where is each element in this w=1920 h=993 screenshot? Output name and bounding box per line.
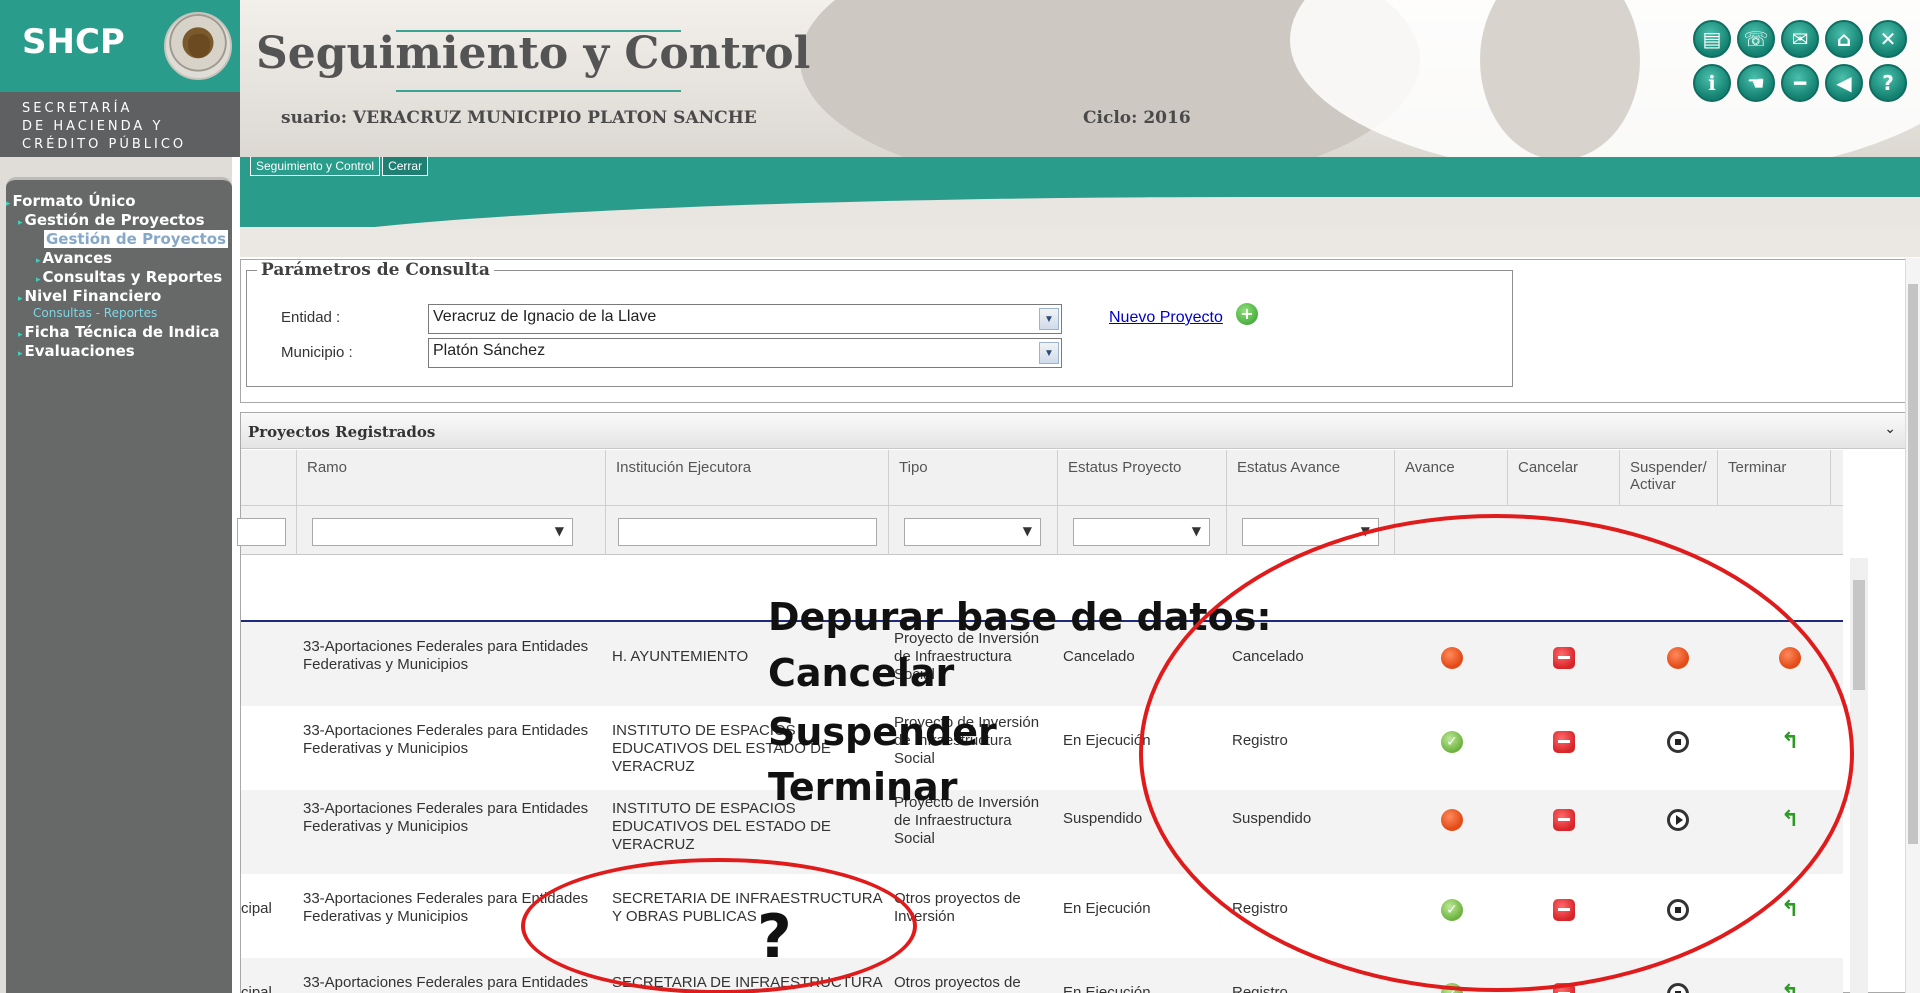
sidebar-item-consultas-reportes-sub[interactable]: Consultas - Reportes — [33, 306, 157, 320]
tipo-cell: Otros proyectos de Inversión — [894, 974, 1021, 993]
nuevo-proyecto-link[interactable]: Nuevo Proyecto — [1109, 309, 1223, 327]
filter-cell: ▼ — [1058, 505, 1227, 555]
params-legend: Parámetros de Consulta — [257, 260, 494, 280]
grid-title: Proyectos Registrados — [248, 423, 436, 441]
mexico-seal-icon — [164, 12, 232, 80]
user-label: suario: VERACRUZ MUNICIPIO PLATON SANCHE — [281, 108, 757, 128]
column-header-suspender[interactable]: Suspender/ Activar — [1620, 450, 1718, 505]
lead-cell: cipal — [241, 984, 272, 993]
column-header-estatus-avance[interactable]: Estatus Avance — [1227, 450, 1395, 505]
pointer-icon[interactable]: ☚ — [1737, 64, 1775, 102]
filter-cell — [606, 505, 889, 555]
estatus-proyecto-cell: En Ejecución — [1063, 732, 1151, 749]
back-icon[interactable]: ◀ — [1825, 64, 1863, 102]
sidebar-item-gestion-proyectos[interactable]: ▸ Gestión de Proyectos — [18, 211, 205, 229]
home-icon[interactable]: ⌂ — [1825, 20, 1863, 58]
ramo-cell: 33-Aportaciones Federales para Entidades… — [303, 800, 589, 835]
grid-scrollbar[interactable] — [1850, 558, 1868, 993]
annotation-line: Cancelar — [768, 651, 955, 695]
entidad-select[interactable]: Veracruz de Ignacio de la Llave ▼ — [428, 304, 1062, 334]
help-icon[interactable]: ? — [1869, 64, 1907, 102]
column-header-avance[interactable]: Avance — [1395, 450, 1508, 505]
annotation-ellipse-question — [521, 858, 917, 993]
chevron-down-icon[interactable]: ▼ — [1039, 342, 1059, 364]
municipio-select[interactable]: Platón Sánchez ▼ — [428, 338, 1062, 368]
page-title: Seguimiento y Control — [256, 28, 811, 79]
filter-cell — [237, 505, 297, 555]
sidebar-item-evaluaciones[interactable]: ▸ Evaluaciones — [18, 342, 135, 360]
entidad-value: Veracruz de Ignacio de la Llave — [433, 308, 657, 325]
chevron-down-icon[interactable]: ▼ — [1023, 524, 1032, 538]
filter-cell: ▼ — [889, 505, 1058, 555]
chevron-down-icon[interactable]: ▼ — [555, 524, 564, 538]
annotation-ellipse-actions — [1139, 514, 1854, 992]
phone-icon[interactable]: ☏ — [1737, 20, 1775, 58]
sidebar-item-avances[interactable]: ▸ Avances — [36, 249, 112, 267]
sidebar-item-formato-unico[interactable]: ▸ Formato Único — [6, 192, 136, 210]
sidebar-menu: ▸ Formato Único ▸ Gestión de Proyectos Ges… — [6, 177, 232, 993]
green-arrow-icon[interactable]: ↰ — [1781, 899, 1803, 921]
ramo-cell: 33-Aportaciones Federales para Entidades… — [303, 638, 589, 673]
entidad-label: Entidad : — [281, 309, 341, 326]
sidebar-item-consultas-reportes[interactable]: ▸ Consultas y Reportes — [36, 268, 222, 286]
tab-seguimiento[interactable]: Seguimiento y Control — [250, 157, 381, 176]
column-header-lead — [241, 450, 297, 505]
print-icon[interactable]: ▤ — [1693, 20, 1731, 58]
chevron-down-icon[interactable]: ▼ — [1192, 524, 1201, 538]
estatus-proyecto-cell: En Ejecución — [1063, 984, 1151, 993]
municipio-value: Platón Sánchez — [433, 342, 546, 359]
column-header-cancelar[interactable]: Cancelar — [1508, 450, 1620, 505]
annotation-line: Suspender — [768, 710, 997, 754]
estatus-proyecto-cell: En Ejecución — [1063, 900, 1151, 917]
brand-name: SHCP — [22, 22, 125, 62]
column-header-estatus-proyecto[interactable]: Estatus Proyecto — [1058, 450, 1227, 505]
brand-box: SHCP SECRETARÍA DE HACIENDA Y CRÉDITO PÚ… — [0, 0, 240, 157]
stop-icon[interactable] — [1667, 983, 1689, 993]
minimize-icon[interactable]: ━ — [1781, 64, 1819, 102]
params-panel: Parámetros de Consulta Entidad : Veracru… — [240, 259, 1907, 403]
header: SHCP SECRETARÍA DE HACIENDA Y CRÉDITO PÚ… — [0, 0, 1920, 157]
filter-input[interactable] — [237, 518, 286, 546]
mail-icon[interactable]: ✉ — [1781, 20, 1819, 58]
header-divider — [240, 227, 1920, 257]
chevron-down-icon[interactable]: ▼ — [1039, 308, 1059, 330]
filter-ramo[interactable]: ▼ — [312, 518, 573, 546]
green-arrow-icon[interactable]: ↰ — [1781, 983, 1803, 993]
estatus-proyecto-cell: Suspendido — [1063, 810, 1143, 827]
page-scrollbar[interactable] — [1905, 258, 1920, 993]
filter-estatus-proyecto[interactable]: ▼ — [1073, 518, 1210, 546]
filter-cell: ▼ — [297, 505, 606, 555]
sidebar: ▸ Formato Único ▸ Gestión de Proyectos Ges… — [0, 157, 232, 993]
tab-cerrar[interactable]: Cerrar — [382, 157, 429, 176]
filter-institucion[interactable] — [618, 518, 877, 546]
sidebar-item-ficha-tecnica[interactable]: ▸ Ficha Técnica de Indica — [18, 323, 219, 341]
chevron-down-icon[interactable]: ⌄ — [1884, 421, 1896, 437]
brand-subtitle: SECRETARÍA DE HACIENDA Y CRÉDITO PÚBLICO — [22, 101, 187, 152]
lead-cell: cipal — [241, 900, 272, 917]
grid-title-bar: Proyectos Registrados ⌄ — [241, 413, 1906, 449]
column-header-terminar[interactable]: Terminar — [1718, 450, 1831, 505]
user-info-icon[interactable]: ℹ — [1693, 64, 1731, 102]
nav-tabs: Seguimiento y Control Cerrar — [250, 157, 429, 176]
tipo-cell: Otros proyectos de Inversión — [894, 890, 1021, 925]
municipio-label: Municipio : — [281, 344, 353, 361]
close-icon[interactable]: ✕ — [1869, 20, 1907, 58]
estatus-proyecto-cell: Cancelado — [1063, 648, 1135, 665]
annotation-line: Terminar — [768, 765, 958, 809]
ramo-cell: 33-Aportaciones Federales para Entidades… — [303, 974, 589, 993]
title-decoration — [396, 90, 681, 92]
column-header-tipo[interactable]: Tipo — [889, 450, 1058, 505]
column-header-ramo[interactable]: Ramo — [297, 450, 606, 505]
cycle-label: Ciclo: 2016 — [1083, 108, 1191, 128]
app-window: SHCP SECRETARÍA DE HACIENDA Y CRÉDITO PÚ… — [0, 0, 1920, 993]
nav-band — [240, 157, 1920, 257]
estatus-avance-cell: Registro — [1232, 984, 1288, 993]
sidebar-item-nivel-financiero[interactable]: ▸ Nivel Financiero — [18, 287, 161, 305]
filter-tipo[interactable]: ▼ — [904, 518, 1041, 546]
add-icon[interactable]: + — [1236, 303, 1258, 325]
params-fieldset: Parámetros de Consulta Entidad : Veracru… — [246, 260, 1513, 387]
sidebar-item-gestion-proyectos-selected[interactable]: Gestión de Proyectos — [44, 230, 229, 248]
column-header-institucion[interactable]: Institución Ejecutora — [606, 450, 889, 505]
ramo-cell: 33-Aportaciones Federales para Entidades… — [303, 722, 589, 757]
